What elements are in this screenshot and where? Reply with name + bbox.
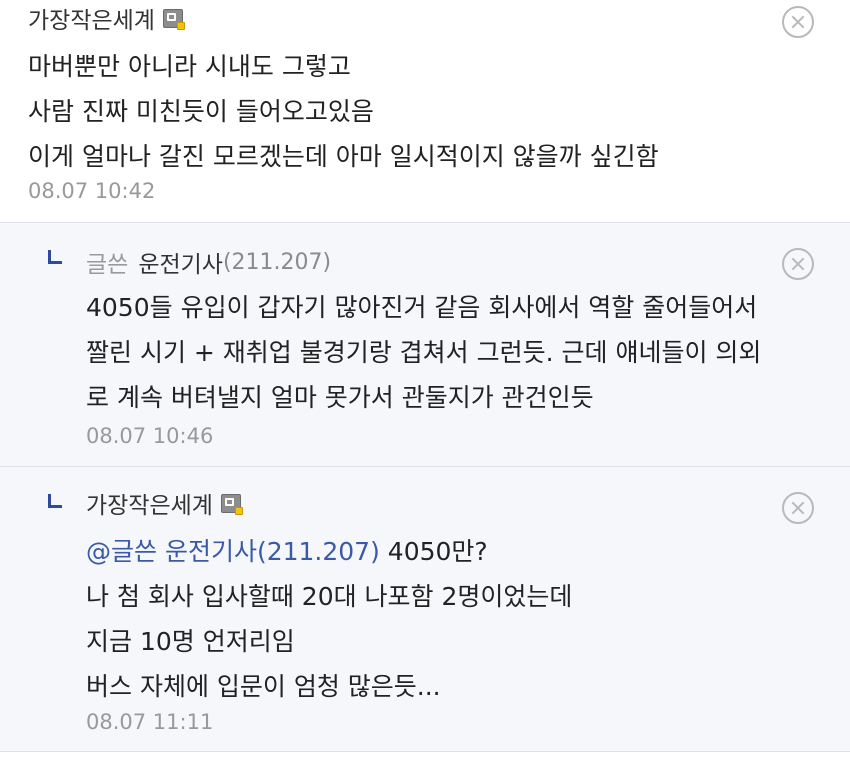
delete-comment-button[interactable] xyxy=(782,492,814,524)
reply-item: 가장작은세계 @글쓴 운전기사(211.207) 4050만? 나 첨 회사 입… xyxy=(0,467,850,752)
comment-line: 이게 얼마나 갈진 모르겠는데 아마 일시적이지 않을까 싶긴함 xyxy=(28,142,659,171)
reply-date: 08.07 11:11 xyxy=(86,710,214,734)
reply-line: 지금 10명 언저리임 xyxy=(86,627,295,656)
fixed-nickname-icon xyxy=(220,493,243,515)
reply-body: @글쓴 운전기사(211.207) 4050만? 나 첨 회사 입사할때 20대… xyxy=(86,529,572,709)
comment-line: 마버뿐만 아니라 시내도 그렇고 xyxy=(28,52,351,81)
reply-item: 글쓴 운전기사 (211.207) 4050들 유입이 갑자기 많아진거 같음 … xyxy=(0,223,850,467)
comment-body: 마버뿐만 아니라 시내도 그렇고 사람 진짜 미친듯이 들어오고있음 이게 얼마… xyxy=(28,44,659,179)
mention-link[interactable]: @글쓴 운전기사(211.207) xyxy=(86,537,380,566)
reply-line: 4050들 유입이 갑자기 많아진거 같음 회사에서 역할 줄어들어서 xyxy=(86,293,758,322)
comment-date: 08.07 10:42 xyxy=(28,179,156,203)
reply-line: 로 계속 버텨낼지 얼마 못가서 관둘지가 관건인듯 xyxy=(86,383,594,412)
delete-comment-button[interactable] xyxy=(782,6,814,38)
reply-body: 4050들 유입이 갑자기 많아진거 같음 회사에서 역할 줄어들어서 짤린 시… xyxy=(86,285,761,420)
reply-nickname[interactable]: 운전기사 xyxy=(138,245,223,279)
reply-header: 글쓴 운전기사 (211.207) xyxy=(86,245,331,279)
reply-header: 가장작은세계 xyxy=(86,486,243,520)
delete-comment-button[interactable] xyxy=(782,248,814,280)
reply-line: 버스 자체에 입문이 엄청 많은듯... xyxy=(86,672,441,701)
reply-line: 짤린 시기 + 재취업 불경기랑 겹쳐서 그런듯. 근데 얘네들이 의외 xyxy=(86,338,762,367)
reply-text: 4050만? xyxy=(379,537,488,566)
reply-date: 08.07 10:46 xyxy=(86,424,214,448)
comment-header: 가장작은세계 xyxy=(28,1,185,35)
comment-nickname[interactable]: 가장작은세계 xyxy=(28,1,155,35)
reply-ip: (211.207) xyxy=(222,249,332,275)
reply-line: @글쓴 운전기사(211.207) 4050만? xyxy=(86,529,572,574)
writer-prefix: 글쓴 xyxy=(86,252,129,278)
comment-thread: 가장작은세계 마버뿐만 아니라 시내도 그렇고 사람 진짜 미친듯이 들어오고있… xyxy=(0,0,850,763)
reply-nickname[interactable]: 가장작은세계 xyxy=(86,486,213,520)
fixed-nickname-icon xyxy=(162,8,185,30)
comment-item: 가장작은세계 마버뿐만 아니라 시내도 그렇고 사람 진짜 미친듯이 들어오고있… xyxy=(0,0,850,223)
reply-marker-icon xyxy=(48,250,62,264)
comment-line: 사람 진짜 미친듯이 들어오고있음 xyxy=(28,97,374,126)
reply-line: 나 첨 회사 입사할때 20대 나포함 2명이었는데 xyxy=(86,582,573,611)
reply-marker-icon xyxy=(48,494,62,508)
